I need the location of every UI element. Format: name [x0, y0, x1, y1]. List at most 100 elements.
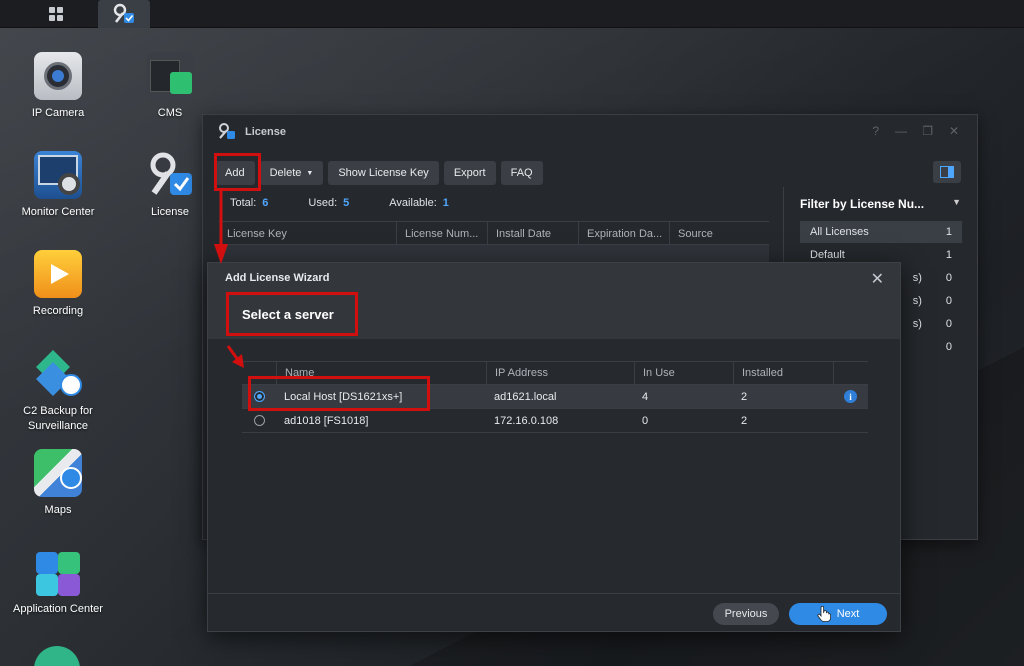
grid-icon — [49, 7, 63, 21]
column-header-installed[interactable]: Installed — [733, 361, 833, 385]
radio-selected-icon — [253, 391, 265, 402]
add-button[interactable]: Add — [215, 161, 255, 185]
close-icon[interactable]: ✕ — [871, 269, 884, 289]
server-ip: 172.16.0.108 — [494, 414, 559, 427]
caret-down-icon: ▼ — [306, 169, 314, 177]
table-row[interactable] — [219, 245, 769, 263]
panel-toggle-button[interactable] — [933, 161, 961, 183]
radio-column-header — [242, 361, 276, 385]
filter-item-label: s) — [912, 295, 922, 307]
total-count: 6 — [262, 197, 269, 209]
cms-icon — [146, 52, 194, 100]
maps-icon — [34, 449, 82, 497]
wizard-header: Add License Wizard ✕ Select a server — [208, 263, 900, 339]
license-key-icon — [113, 3, 134, 23]
column-header-in-use[interactable]: In Use — [634, 361, 733, 385]
previous-button[interactable]: Previous — [713, 603, 779, 625]
delete-label: Delete — [269, 167, 302, 179]
server-in-use: 4 — [642, 390, 649, 403]
partial-app-icon[interactable] — [34, 646, 80, 666]
filter-item-count: 0 — [945, 341, 952, 353]
application-center-icon — [34, 548, 82, 596]
desktop-icon-maps[interactable]: Maps — [8, 449, 108, 518]
license-table-header: License Key License Num... Install Date … — [219, 221, 769, 246]
server-installed: 2 — [741, 390, 748, 403]
desktop-icon-label: IP Camera — [31, 107, 85, 119]
server-radio[interactable] — [242, 391, 276, 402]
desktop-icon-ip-camera[interactable]: IP Camera — [8, 52, 108, 121]
minimize-icon[interactable]: — — [895, 124, 907, 138]
add-license-wizard: Add License Wizard ✕ Select a server Nam… — [207, 262, 901, 632]
desktop-icon-c2-backup[interactable]: C2 Backup for Surveillance — [8, 350, 108, 434]
filter-item-count: 0 — [945, 272, 952, 284]
radio-unselected-icon — [253, 415, 265, 426]
desktop-icon-label: Monitor Center — [21, 206, 95, 218]
info-icon: i — [844, 390, 857, 403]
column-header[interactable]: License Key — [219, 222, 397, 246]
filter-title[interactable]: Filter by License Nu... — [800, 197, 924, 211]
server-name: Local Host [DS1621xs+] — [284, 390, 403, 403]
available-count: 1 — [442, 197, 449, 209]
total-label: Total: — [230, 197, 257, 209]
window-title: License — [245, 125, 286, 138]
filter-item-count: 1 — [945, 226, 952, 238]
wizard-step-title: Select a server — [242, 307, 334, 322]
taskbar — [0, 0, 1024, 28]
server-table-header: Name IP Address In Use Installed — [242, 361, 868, 385]
license-window-titlebar[interactable]: License ? — ❐ ✕ — [203, 115, 977, 148]
server-installed: 2 — [741, 414, 748, 427]
filter-item-label: All Licenses — [810, 226, 869, 238]
desktop-icon-label: Application Center — [13, 603, 103, 615]
taskbar-license-button[interactable] — [98, 0, 150, 28]
server-radio[interactable] — [242, 415, 276, 426]
server-name: ad1018 [FS1018] — [284, 414, 369, 427]
table-row[interactable]: Local Host [DS1621xs+] ad1621.local 4 2 … — [242, 385, 868, 409]
pointer-hand-icon — [817, 606, 831, 622]
info-button[interactable]: i — [833, 390, 868, 403]
column-header-ip[interactable]: IP Address — [486, 361, 634, 385]
info-column-header — [833, 361, 868, 385]
column-header[interactable]: License Num... — [397, 222, 488, 246]
monitor-center-icon — [34, 151, 82, 199]
filter-item-label: s) — [912, 318, 922, 330]
desktop-icon-monitor-center[interactable]: Monitor Center — [8, 151, 108, 220]
license-totals: Total: 6 Used: 5 Available: 1 — [230, 197, 449, 209]
filter-item-label: s) — [912, 272, 922, 284]
show-license-key-button[interactable]: Show License Key — [328, 161, 439, 185]
filter-item[interactable]: All Licenses 1 — [800, 221, 962, 243]
desktop-icon-cms[interactable]: CMS — [120, 52, 220, 121]
column-header[interactable]: Expiration Da... — [579, 222, 670, 246]
desktop-icon-label: C2 Backup for Surveillance — [23, 405, 93, 432]
chevron-down-icon[interactable]: ▼ — [952, 197, 961, 207]
desktop-icon-label: Maps — [44, 504, 72, 516]
desktop-icon-recording[interactable]: Recording — [8, 250, 108, 319]
server-table: Name IP Address In Use Installed Local H… — [242, 361, 868, 433]
sidebar-toggle-icon — [940, 166, 954, 178]
c2-backup-icon — [34, 350, 82, 398]
table-row[interactable]: ad1018 [FS1018] 172.16.0.108 0 2 — [242, 409, 868, 433]
desktop-icon-application-center[interactable]: Application Center — [8, 548, 108, 617]
main-menu-button[interactable] — [30, 0, 82, 28]
used-label: Used: — [308, 197, 338, 209]
server-ip: ad1621.local — [494, 390, 557, 403]
help-icon[interactable]: ? — [872, 124, 879, 138]
next-button[interactable]: Next — [789, 603, 887, 625]
next-label: Next — [836, 608, 860, 620]
filter-item-count: 0 — [945, 318, 952, 330]
column-header[interactable]: Source — [670, 222, 769, 246]
export-button[interactable]: Export — [443, 161, 496, 185]
filter-item-count: 1 — [945, 249, 952, 261]
server-in-use: 0 — [642, 414, 649, 427]
license-key-icon — [146, 151, 194, 199]
filter-item-count: 0 — [945, 295, 952, 307]
wizard-footer: Previous Next — [208, 593, 900, 633]
toolbar: Add Delete ▼ Show License Key Export FAQ — [215, 161, 543, 185]
faq-button[interactable]: FAQ — [500, 161, 543, 185]
close-icon[interactable]: ✕ — [949, 124, 959, 138]
used-count: 5 — [343, 197, 350, 209]
column-header-name[interactable]: Name — [276, 361, 486, 385]
delete-button[interactable]: Delete ▼ — [259, 161, 324, 185]
maximize-icon[interactable]: ❐ — [922, 124, 933, 138]
wizard-title: Add License Wizard — [225, 272, 330, 284]
column-header[interactable]: Install Date — [488, 222, 579, 246]
